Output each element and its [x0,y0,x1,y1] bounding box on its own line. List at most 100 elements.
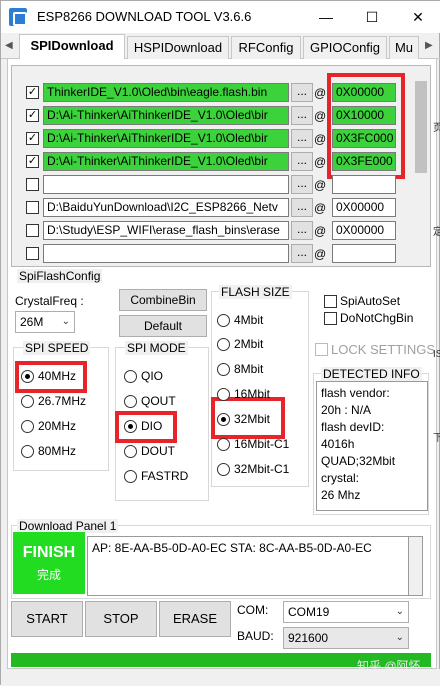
file-path-input[interactable]: D:\Ai-Thinker\AiThinkerIDE_V1.0\Oled\bir [43,106,289,125]
spiflashconfig-title: SpiFlashConfig [17,269,103,283]
detected-info-line: flash devID: [321,420,385,434]
crystal-select[interactable]: 26M ⌄ [15,311,75,333]
radio-label: FASTRD [141,469,189,483]
lock-settings-checkbox[interactable] [315,343,328,356]
tab-mu[interactable]: Mu [389,36,419,59]
address-input[interactable]: 0X3FC000 [332,129,396,148]
window-bottom-edge [1,669,440,686]
browse-button[interactable]: ... [291,175,313,194]
close-button[interactable]: ✕ [395,1,440,33]
maximize-button[interactable]: ☐ [349,1,395,33]
file-enable-checkbox[interactable]: ✓ [26,132,39,145]
file-path-input[interactable]: D:\BaiduYunDownload\I2C_ESP8266_Netv [43,198,289,217]
radio-16mbit-c1[interactable] [217,438,230,451]
log-output: AP: 8E-AA-B5-0D-A0-EC STA: 8C-AA-B5-0D-A… [87,536,409,596]
browse-button[interactable]: ... [291,198,313,217]
radio-label: 16Mbit [234,387,271,401]
combine-bin-button[interactable]: CombineBin [119,289,207,311]
start-button[interactable]: START [11,601,83,637]
radio-qout[interactable] [124,395,137,408]
file-enable-checkbox[interactable]: ✓ [26,86,39,99]
browse-button[interactable]: ... [291,129,313,148]
radio-qio[interactable] [124,370,137,383]
file-enable-checkbox[interactable] [26,201,39,214]
address-input[interactable]: 0X00000 [332,221,396,240]
file-path-input[interactable]: ThinkerIDE_V1.0\Oled\bin\eagle.flash.bin [43,83,289,102]
tab-bar: ◀ SPIDownload HSPIDownload RFConfig GPIO… [1,33,440,60]
radio-label: QOUT [141,394,176,408]
file-enable-checkbox[interactable]: ✓ [26,155,39,168]
minimize-button[interactable]: — [303,1,349,33]
spi-auto-set-checkbox[interactable] [324,295,337,308]
address-input[interactable]: 0X00000 [332,83,396,102]
chevron-down-icon: ⌄ [61,316,70,327]
browse-button[interactable]: ... [291,106,313,125]
radio-label: DIO [141,419,163,433]
address-input[interactable] [332,175,396,194]
default-button[interactable]: Default [119,315,207,337]
tab-rfconfig[interactable]: RFConfig [231,36,301,59]
tab-scroll-left-icon[interactable]: ◀ [5,40,13,51]
radio-label: 8Mbit [234,362,264,376]
scrollbar-thumb[interactable] [415,81,427,173]
radio-20mhz[interactable] [21,420,34,433]
app-icon [9,8,27,26]
detected-info-text: flash vendor: 20h : N/A flash devID: 4016h Q… [316,381,428,511]
title-bar: ESP8266 DOWNLOAD TOOL V3.6.6 — ☐ ✕ [1,1,440,33]
browse-button[interactable]: ... [291,83,313,102]
do-not-chg-bin-checkbox[interactable] [324,312,337,325]
spi-auto-set-label: SpiAutoSet [340,294,401,308]
file-enable-checkbox[interactable] [26,224,39,237]
at-sign: @ [314,178,327,192]
erase-button[interactable]: ERASE [159,601,231,637]
com-select[interactable]: COM19 ⌄ [283,601,409,623]
at-sign: @ [314,224,327,238]
radio-2mbit[interactable] [217,338,230,351]
radio-label: 4Mbit [234,313,264,327]
stop-button[interactable]: STOP [85,601,157,637]
status-subtext: 完成 [36,568,61,582]
tab-spidownload[interactable]: SPIDownload [19,34,125,60]
radio-4mbit[interactable] [217,314,230,327]
radio-dout[interactable] [124,445,137,458]
chevron-down-icon: ⌄ [395,606,404,617]
radio-40mhz[interactable] [21,370,34,383]
file-path-input[interactable]: D:\Ai-Thinker\AiThinkerIDE_V1.0\Oled\bir [43,152,289,171]
log-scrollbar[interactable] [409,536,423,596]
browse-button[interactable]: ... [291,152,313,171]
address-input[interactable]: 0X00000 [332,198,396,217]
file-enable-checkbox[interactable] [26,178,39,191]
radio-80mhz[interactable] [21,445,34,458]
tab-scroll-right-icon[interactable]: ▶ [425,40,433,51]
file-path-input[interactable] [43,175,289,194]
file-path-input[interactable]: D:\Study\ESP_WIFI\erase_flash_bins\erase [43,221,289,240]
radio-32mbit[interactable] [217,413,230,426]
radio-fastrd[interactable] [124,470,137,483]
radio-26-7mhz[interactable] [21,395,34,408]
baud-select[interactable]: 921600 ⌄ [283,627,409,649]
radio-8mbit[interactable] [217,363,230,376]
browse-button[interactable]: ... [291,221,313,240]
tab-gpioconfig[interactable]: GPIOConfig [303,36,387,59]
address-input[interactable]: 0X10000 [332,106,396,125]
file-path-input[interactable] [43,244,289,263]
address-input[interactable]: 0X3FE000 [332,152,396,171]
file-list-scrollbar[interactable] [413,67,429,265]
detected-info-line: 20h : N/A [321,403,372,417]
detected-info-title: DETECTED INFO [321,367,422,381]
file-enable-checkbox[interactable] [26,247,39,260]
window-title: ESP8266 DOWNLOAD TOOL V3.6.6 [37,9,252,24]
radio-32mbit-c1[interactable] [217,463,230,476]
radio-label: QIO [141,369,164,383]
file-enable-checkbox[interactable]: ✓ [26,109,39,122]
address-input[interactable] [332,244,396,263]
file-path-input[interactable]: D:\Ai-Thinker\AiThinkerIDE_V1.0\Oled\bir [43,129,289,148]
side-fragment: 页 [433,123,440,134]
browse-button[interactable]: ... [291,244,313,263]
baud-label: BAUD: [237,629,274,643]
tab-hspidownload[interactable]: HSPIDownload [127,36,229,59]
radio-16mbit[interactable] [217,388,230,401]
crystal-label: CrystalFreq : [15,294,84,308]
radio-dio[interactable] [124,420,137,433]
detected-info-line: 4016h [321,437,355,451]
